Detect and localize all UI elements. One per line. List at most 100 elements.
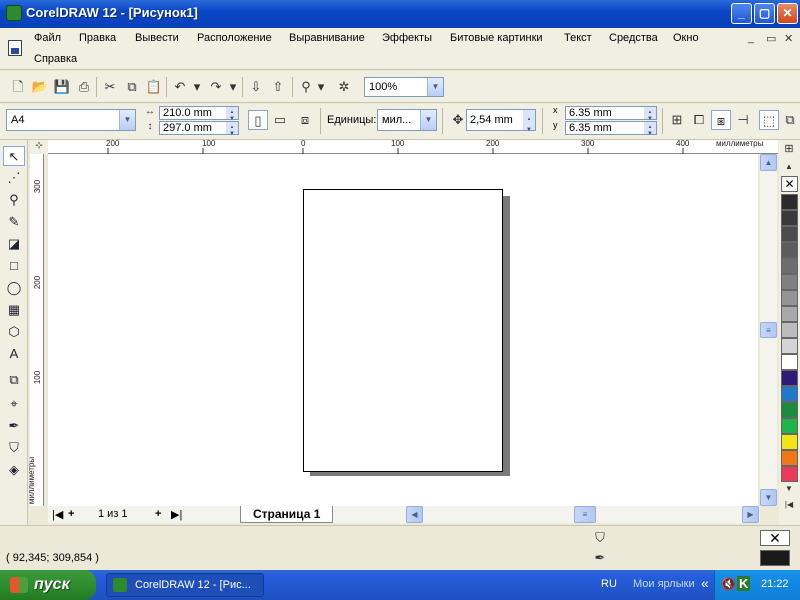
print-icon[interactable]: ⎙: [74, 77, 94, 97]
paste-icon[interactable]: 📋: [144, 77, 164, 97]
color-swatch[interactable]: [781, 466, 798, 482]
page-height-input[interactable]: 297.0 mm ▲ ▼: [159, 121, 239, 137]
menu-tools[interactable]: Средства: [609, 32, 658, 44]
nudge-input[interactable]: 2,54 mm ▲ ▼: [466, 109, 536, 133]
color-swatch[interactable]: [781, 210, 798, 226]
options-icon[interactable]: ⧉: [781, 110, 799, 130]
menu-effects[interactable]: Эффекты: [382, 32, 432, 44]
interactive-fill-tool-icon[interactable]: ◈: [3, 460, 25, 480]
menu-help[interactable]: Справка: [34, 53, 77, 65]
color-swatch[interactable]: [781, 418, 798, 434]
palette-expand-icon[interactable]: |◀: [780, 498, 798, 512]
close-button[interactable]: ✕: [777, 3, 798, 24]
undo-icon[interactable]: ↶: [170, 77, 190, 97]
export-icon[interactable]: ⇧: [268, 77, 288, 97]
drawing-page[interactable]: [303, 189, 503, 472]
mdi-minimize-button[interactable]: _: [748, 32, 754, 44]
copy-icon[interactable]: ⧉: [122, 77, 142, 97]
color-swatch[interactable]: [781, 338, 798, 354]
mdi-restore-button[interactable]: ▭: [766, 32, 776, 45]
color-swatch[interactable]: [781, 434, 798, 450]
all-pages-icon[interactable]: ⧈: [295, 110, 315, 130]
menu-file[interactable]: Файл: [34, 32, 61, 44]
menu-align[interactable]: Выравнивание: [289, 32, 365, 44]
color-swatch[interactable]: [781, 290, 798, 306]
horizontal-ruler[interactable]: 200 100 0 100 200 300 400 миллиметры: [48, 139, 778, 154]
ellipse-tool-icon[interactable]: ◯: [3, 278, 25, 298]
portrait-icon[interactable]: ▯: [248, 110, 268, 130]
menu-layout-output[interactable]: Вывести: [135, 32, 179, 44]
application-launcher-icon[interactable]: ⚲: [296, 77, 316, 97]
spin-down-icon[interactable]: ▼: [644, 128, 656, 137]
graph-paper-tool-icon[interactable]: ▦: [3, 300, 25, 320]
menu-window[interactable]: Окно: [673, 32, 699, 44]
color-swatch[interactable]: [781, 306, 798, 322]
color-swatch[interactable]: [781, 354, 798, 370]
maximize-button[interactable]: ▢: [754, 3, 775, 24]
quick-shortcuts-label[interactable]: Мои ярлыки: [633, 578, 695, 590]
cut-icon[interactable]: ✂: [100, 77, 120, 97]
eyedropper-tool-icon[interactable]: ⌖: [3, 394, 25, 414]
color-swatch[interactable]: [781, 402, 798, 418]
dynamic-guides-icon[interactable]: ⊣: [733, 110, 753, 130]
add-page-before-icon[interactable]: +: [68, 508, 74, 520]
snap-to-objects-icon[interactable]: ⧆: [711, 110, 731, 130]
color-swatch[interactable]: [781, 242, 798, 258]
fill-none-indicator[interactable]: ✕: [760, 530, 790, 546]
import-icon[interactable]: ⇩: [246, 77, 266, 97]
undo-dropdown-icon[interactable]: ▾: [192, 77, 202, 97]
color-swatch[interactable]: [781, 386, 798, 402]
color-swatch[interactable]: [781, 258, 798, 274]
menu-arrange[interactable]: Расположение: [197, 32, 272, 44]
save-icon[interactable]: 💾: [52, 77, 72, 97]
menu-text[interactable]: Текст: [564, 32, 592, 44]
palette-scroll-down-icon[interactable]: ▼: [780, 482, 798, 496]
scroll-left-icon[interactable]: ◀: [406, 506, 423, 523]
launcher-dropdown-icon[interactable]: ▾: [316, 77, 326, 97]
zoom-select[interactable]: 100% ▼: [364, 77, 444, 97]
smart-fill-tool-icon[interactable]: ◪: [3, 234, 25, 254]
chevron-down-icon[interactable]: ▼: [119, 110, 135, 130]
expand-tray-icon[interactable]: «: [701, 575, 709, 591]
scroll-right-icon[interactable]: ▶: [742, 506, 759, 523]
page-width-input[interactable]: 210.0 mm ▲ ▼: [159, 106, 239, 122]
color-swatch[interactable]: [781, 274, 798, 290]
text-tool-icon[interactable]: A: [3, 344, 25, 364]
mute-speaker-icon[interactable]: 🔇: [721, 577, 736, 591]
color-swatch[interactable]: [781, 194, 798, 210]
taskbar-coreldraw-button[interactable]: CorelDRAW 12 - [Рис...: [106, 573, 264, 597]
start-button[interactable]: пуск: [0, 570, 96, 600]
first-page-icon[interactable]: |◀: [52, 508, 63, 521]
snap-to-grid-icon[interactable]: ⊞: [667, 110, 687, 130]
color-swatch[interactable]: [781, 370, 798, 386]
ruler-origin[interactable]: ⊹: [30, 140, 48, 154]
chevron-down-icon[interactable]: ▼: [420, 110, 436, 130]
horizontal-scroll-thumb[interactable]: ≡: [574, 506, 596, 523]
spin-down-icon[interactable]: ▼: [226, 128, 238, 137]
add-page-after-icon[interactable]: +: [155, 508, 161, 520]
spin-down-icon[interactable]: ▼: [523, 120, 535, 133]
corel-online-icon[interactable]: ✲: [334, 77, 354, 97]
language-indicator[interactable]: RU: [601, 578, 617, 590]
vertical-scrollbar[interactable]: ▲ ≡ ▼: [760, 154, 777, 506]
rectangle-tool-icon[interactable]: □: [3, 256, 25, 276]
open-icon[interactable]: 📂: [30, 77, 50, 97]
pick-tool-icon[interactable]: ↖: [3, 146, 25, 166]
spin-down-icon[interactable]: ▼: [644, 113, 656, 122]
outline-color-indicator[interactable]: [760, 550, 790, 566]
vertical-ruler[interactable]: 300 200 100 миллиметры: [27, 154, 44, 506]
color-swatch[interactable]: [781, 450, 798, 466]
paper-size-select[interactable]: A4 ▼: [6, 109, 136, 131]
scroll-down-icon[interactable]: ▼: [760, 489, 777, 506]
chevron-down-icon[interactable]: ▼: [427, 78, 443, 96]
interactive-blend-tool-icon[interactable]: ⧉: [3, 370, 25, 390]
new-icon[interactable]: 🗋: [8, 77, 28, 97]
outline-tool-icon[interactable]: ✒: [3, 416, 25, 436]
menu-edit[interactable]: Правка: [79, 32, 116, 44]
menu-bitmaps[interactable]: Битовые картинки: [450, 32, 543, 44]
no-fill-swatch[interactable]: ✕: [781, 176, 798, 192]
coreldraw-tray-icon[interactable]: K: [737, 576, 751, 591]
scroll-up-icon[interactable]: ▲: [760, 154, 777, 171]
units-select[interactable]: мил... ▼: [377, 109, 437, 131]
basic-shapes-tool-icon[interactable]: ⬡: [3, 322, 25, 342]
